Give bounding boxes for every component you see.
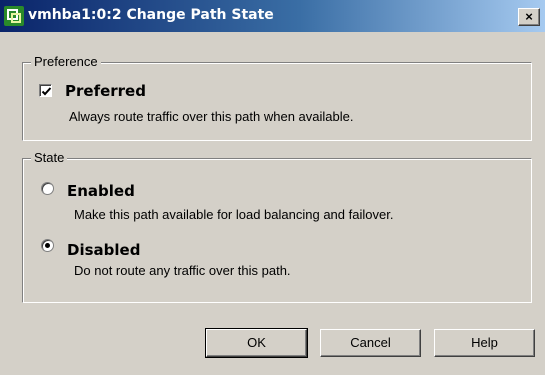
close-button[interactable]: × (518, 8, 540, 26)
checkmark-icon (41, 87, 52, 96)
enabled-description: Make this path available for load balanc… (74, 207, 394, 222)
window-title: vmhba1:0:2 Change Path State (28, 7, 274, 23)
preference-group-label: Preference (31, 54, 101, 69)
preference-group: Preference (22, 54, 532, 141)
enabled-label[interactable]: Enabled (67, 182, 135, 200)
state-group: State (22, 150, 532, 303)
help-button[interactable]: Help (434, 329, 535, 357)
enabled-radio[interactable] (41, 182, 54, 195)
preferred-label[interactable]: Preferred (65, 82, 146, 100)
vmware-app-icon (4, 6, 24, 26)
cancel-button[interactable]: Cancel (320, 329, 421, 357)
disabled-label[interactable]: Disabled (67, 241, 140, 259)
radio-selected-dot (45, 243, 50, 248)
title-bar[interactable]: vmhba1:0:2 Change Path State × (0, 0, 545, 32)
close-icon: × (525, 9, 533, 24)
disabled-radio[interactable] (41, 239, 54, 252)
preferred-description: Always route traffic over this path when… (69, 109, 354, 124)
state-group-label: State (31, 150, 68, 165)
disabled-description: Do not route any traffic over this path. (74, 263, 291, 278)
ok-button[interactable]: OK (205, 328, 308, 358)
preferred-checkbox[interactable] (39, 84, 52, 97)
change-path-state-dialog: vmhba1:0:2 Change Path State × Preferenc… (0, 0, 545, 375)
